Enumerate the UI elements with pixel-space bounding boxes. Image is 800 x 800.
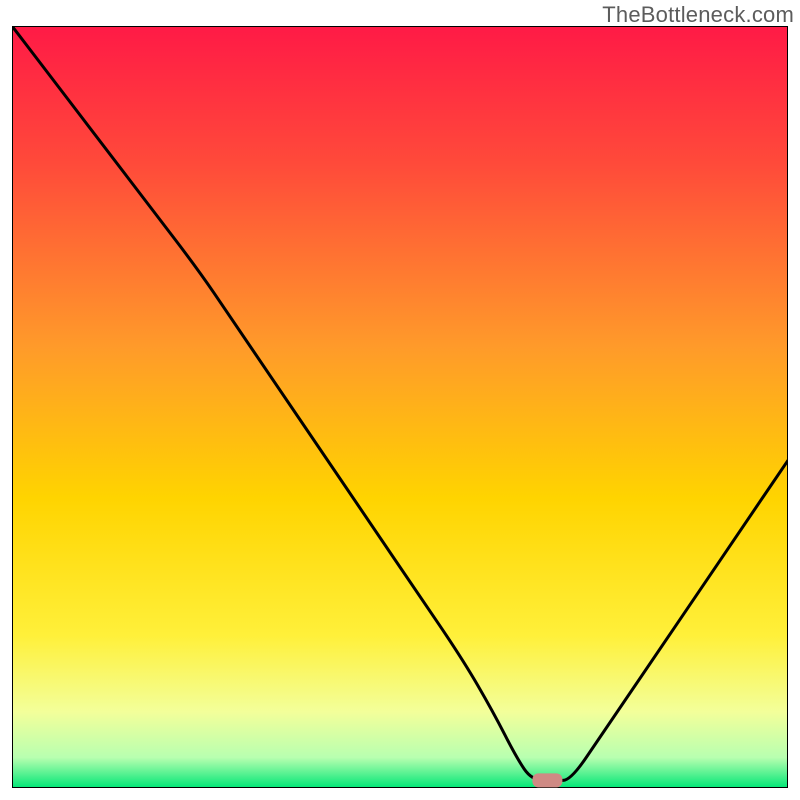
chart-svg	[12, 26, 788, 788]
highlight-marker	[532, 773, 562, 787]
watermark-text: TheBottleneck.com	[602, 2, 794, 28]
gradient-background	[12, 26, 788, 788]
plot-area	[12, 26, 788, 788]
chart-container: TheBottleneck.com	[0, 0, 800, 800]
